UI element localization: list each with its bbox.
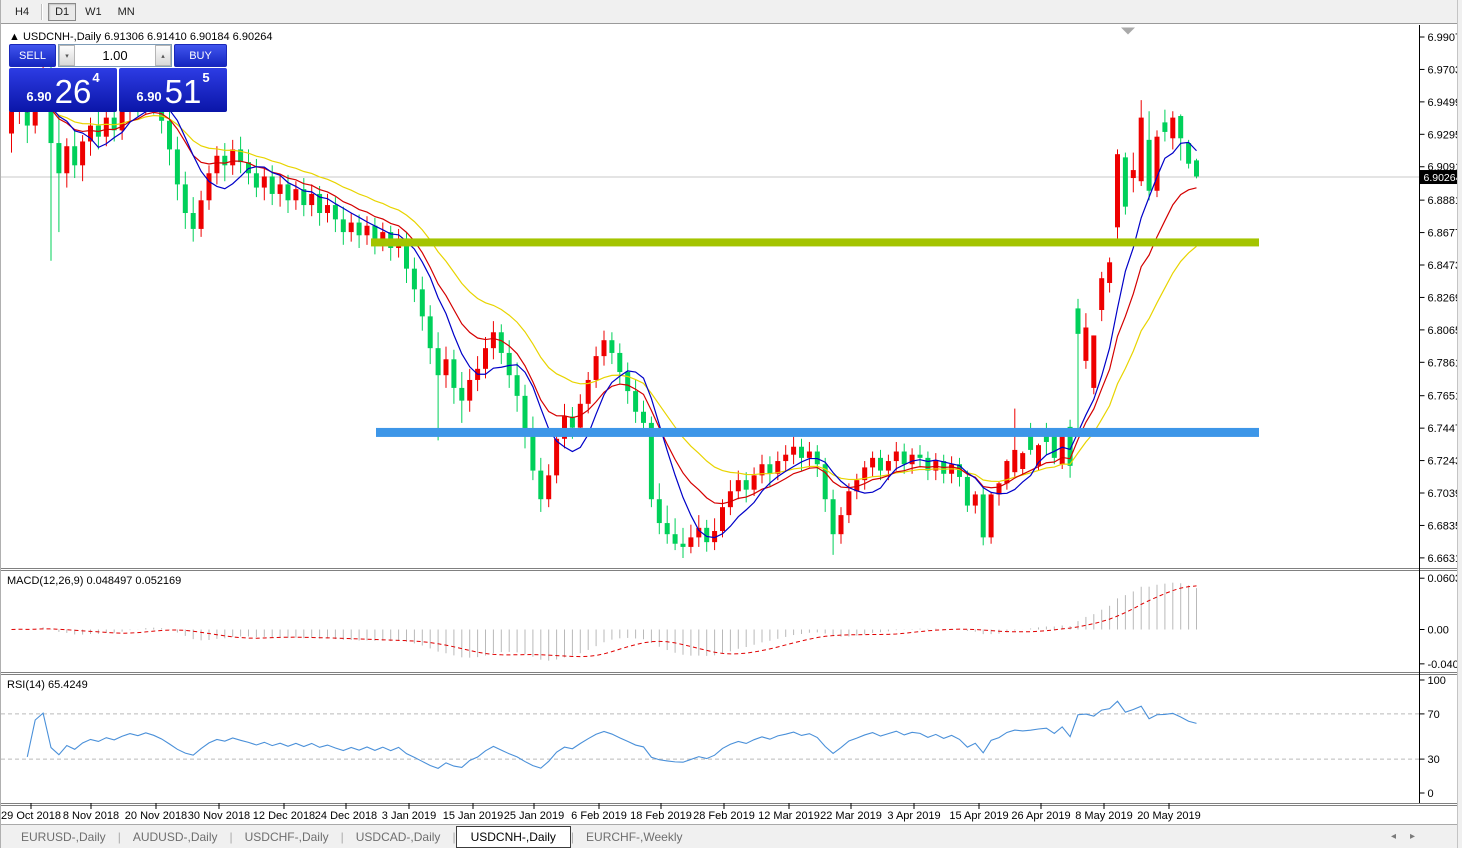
svg-text:18 Feb 2019: 18 Feb 2019 xyxy=(630,810,692,822)
volume-spinner: ▾ 1.00 ▴ xyxy=(58,44,172,67)
svg-text:22 Mar 2019: 22 Mar 2019 xyxy=(820,810,882,822)
tab-usdcad-daily[interactable]: USDCAD-,Daily xyxy=(344,827,453,847)
svg-text:3 Apr 2019: 3 Apr 2019 xyxy=(887,810,940,822)
volume-input[interactable]: 1.00 xyxy=(75,45,155,66)
timeframe-button-mn[interactable]: MN xyxy=(111,3,142,21)
svg-text:0.00: 0.00 xyxy=(1428,625,1449,637)
svg-text:24 Dec 2018: 24 Dec 2018 xyxy=(315,810,377,822)
svg-text:29 Oct 2018: 29 Oct 2018 xyxy=(1,810,61,822)
tab-scroll-arrows: ◂ ▸ xyxy=(1391,831,1415,842)
svg-text:20 May 2019: 20 May 2019 xyxy=(1137,810,1201,822)
tab-usdchf-daily[interactable]: USDCHF-,Daily xyxy=(233,827,341,847)
sell-price-prefix: 6.90 xyxy=(26,89,52,104)
svg-text:15 Jan 2019: 15 Jan 2019 xyxy=(443,810,504,822)
svg-text:0: 0 xyxy=(1428,788,1434,800)
timeframe-toolbar: H4 D1 W1 MN xyxy=(1,0,1462,24)
svg-text:6.70390: 6.70390 xyxy=(1428,488,1458,500)
tab-usdcnh-daily[interactable]: USDCNH-,Daily xyxy=(455,825,571,848)
buy-button[interactable]: BUY xyxy=(174,44,227,67)
svg-text:6.99070: 6.99070 xyxy=(1428,32,1458,44)
svg-text:15 Apr 2019: 15 Apr 2019 xyxy=(949,810,1008,822)
rsi-label: RSI(14) 65.4249 xyxy=(7,679,88,691)
chart-canvas[interactable]: 6.990706.970306.949906.929506.909106.888… xyxy=(1,25,1457,823)
svg-text:12 Mar 2019: 12 Mar 2019 xyxy=(758,810,820,822)
svg-text:6.82690: 6.82690 xyxy=(1428,292,1458,304)
svg-text:6.84730: 6.84730 xyxy=(1428,260,1458,272)
buy-price-box[interactable]: 6.90 51 5 xyxy=(119,68,227,112)
svg-text:-0.040415: -0.040415 xyxy=(1428,659,1458,671)
svg-text:30: 30 xyxy=(1428,754,1440,766)
svg-text:20 Nov 2018: 20 Nov 2018 xyxy=(125,810,187,822)
svg-text:6.97030: 6.97030 xyxy=(1428,64,1458,76)
tab-audusd-daily[interactable]: AUDUSD-,Daily xyxy=(121,827,230,847)
one-click-trading-panel: SELL ▾ 1.00 ▴ BUY 6.90 26 4 6.90 51 5 xyxy=(9,44,227,112)
svg-text:70: 70 xyxy=(1428,709,1440,721)
svg-text:6 Feb 2019: 6 Feb 2019 xyxy=(571,810,627,822)
macd-label: MACD(12,26,9) 0.048497 0.052169 xyxy=(7,575,181,587)
window-right-frame xyxy=(1457,0,1462,848)
chart-window: 6.990706.970306.949906.929506.909106.888… xyxy=(1,25,1462,823)
buy-price-pips: 51 xyxy=(164,73,202,110)
svg-text:3 Jan 2019: 3 Jan 2019 xyxy=(382,810,436,822)
tab-eurusd-daily[interactable]: EURUSD-,Daily xyxy=(9,827,118,847)
tab-scroll-left[interactable]: ◂ xyxy=(1391,831,1396,842)
svg-text:6.66310: 6.66310 xyxy=(1428,553,1458,565)
buy-price-prefix: 6.90 xyxy=(136,89,162,104)
svg-text:26 Apr 2019: 26 Apr 2019 xyxy=(1011,810,1070,822)
sell-price-pips: 26 xyxy=(54,73,92,110)
svg-text:6.76510: 6.76510 xyxy=(1428,391,1458,403)
svg-text:6.94990: 6.94990 xyxy=(1428,97,1458,109)
timeframe-button-h4[interactable]: H4 xyxy=(8,3,36,21)
svg-text:6.78610: 6.78610 xyxy=(1428,357,1458,369)
svg-text:100: 100 xyxy=(1428,675,1446,687)
svg-text:30 Nov 2018: 30 Nov 2018 xyxy=(188,810,250,822)
svg-text:8 Nov 2018: 8 Nov 2018 xyxy=(63,810,119,822)
svg-text:28 Feb 2019: 28 Feb 2019 xyxy=(693,810,755,822)
timeframe-button-w1[interactable]: W1 xyxy=(78,3,109,21)
svg-text:6.90264: 6.90264 xyxy=(1424,172,1458,184)
chart-title: ▲ USDCNH-,Daily 6.91306 6.91410 6.90184 … xyxy=(9,31,272,43)
svg-text:6.72430: 6.72430 xyxy=(1428,456,1458,468)
svg-text:8 May 2019: 8 May 2019 xyxy=(1075,810,1132,822)
sell-price-box[interactable]: 6.90 26 4 xyxy=(9,68,117,112)
tab-eurchf-weekly[interactable]: EURCHF-,Weekly xyxy=(574,827,694,847)
tab-scroll-right[interactable]: ▸ xyxy=(1410,831,1415,842)
svg-text:25 Jan 2019: 25 Jan 2019 xyxy=(504,810,565,822)
svg-text:0.060342: 0.060342 xyxy=(1428,573,1458,585)
svg-text:12 Dec 2018: 12 Dec 2018 xyxy=(253,810,315,822)
timeframe-button-d1[interactable]: D1 xyxy=(48,2,77,21)
volume-increase-button[interactable]: ▴ xyxy=(155,45,171,66)
chart-tab-bar: EURUSD-,Daily | AUDUSD-,Daily | USDCHF-,Dail… xyxy=(1,824,1462,848)
svg-text:6.88810: 6.88810 xyxy=(1428,195,1458,207)
sell-price-point: 4 xyxy=(92,70,100,85)
buy-price-point: 5 xyxy=(202,70,210,85)
svg-text:6.86770: 6.86770 xyxy=(1428,228,1458,240)
svg-text:6.74470: 6.74470 xyxy=(1428,423,1458,435)
volume-decrease-button[interactable]: ▾ xyxy=(59,45,75,66)
svg-text:6.92950: 6.92950 xyxy=(1428,129,1458,141)
svg-text:6.80650: 6.80650 xyxy=(1428,325,1458,337)
svg-text:6.68350: 6.68350 xyxy=(1428,520,1458,532)
sell-button[interactable]: SELL xyxy=(9,44,56,67)
mt4-window: H4 D1W1MN 6.99070 6.97030 6.94990 6.92950 6.9… xyxy=(0,0,1462,848)
toolbar-divider xyxy=(41,3,44,20)
